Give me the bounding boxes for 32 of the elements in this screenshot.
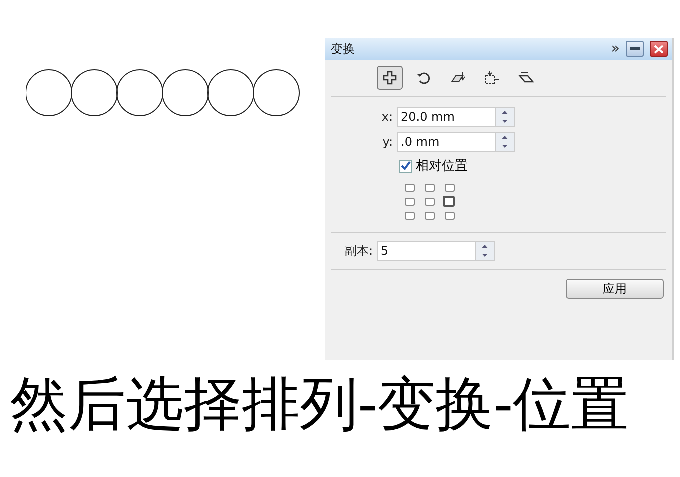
spin-buttons[interactable] <box>495 107 515 127</box>
expand-button[interactable]: » <box>611 41 620 57</box>
size-icon <box>484 70 500 86</box>
anchor-point[interactable] <box>405 198 415 206</box>
anchor-point[interactable] <box>443 196 455 207</box>
anchor-point[interactable] <box>425 212 435 220</box>
anchor-point[interactable] <box>425 198 435 206</box>
checkbox-label: 相对位置 <box>416 158 468 175</box>
anchor-point[interactable] <box>425 184 435 192</box>
caption: 然后选择排列-变换-位置 <box>9 369 630 440</box>
apply-button[interactable]: 应用 <box>566 279 664 299</box>
number-field[interactable]: .0 mm <box>397 132 495 152</box>
anchor-point[interactable] <box>445 184 455 192</box>
anchor-point[interactable] <box>445 212 455 220</box>
anchor-point[interactable] <box>405 184 415 192</box>
close-icon <box>654 44 664 54</box>
minimize-button[interactable] <box>626 41 644 57</box>
number-field[interactable]: 20.0 mm <box>397 107 495 127</box>
panel-title: 变换 <box>331 40 356 58</box>
field-label: y: <box>382 135 393 149</box>
field-label: x: <box>380 110 393 124</box>
position-icon <box>382 70 398 86</box>
field-label: 副本: <box>345 242 374 260</box>
position-tool-button[interactable] <box>377 66 403 90</box>
checkbox[interactable] <box>399 160 412 172</box>
number-field[interactable]: 5 <box>377 241 476 261</box>
anchor-point[interactable] <box>405 212 415 220</box>
rotate-icon <box>416 70 432 86</box>
close-button[interactable] <box>650 41 668 57</box>
minimize-icon <box>630 47 640 51</box>
spin-buttons[interactable] <box>475 241 496 261</box>
spin-buttons[interactable] <box>495 132 515 152</box>
